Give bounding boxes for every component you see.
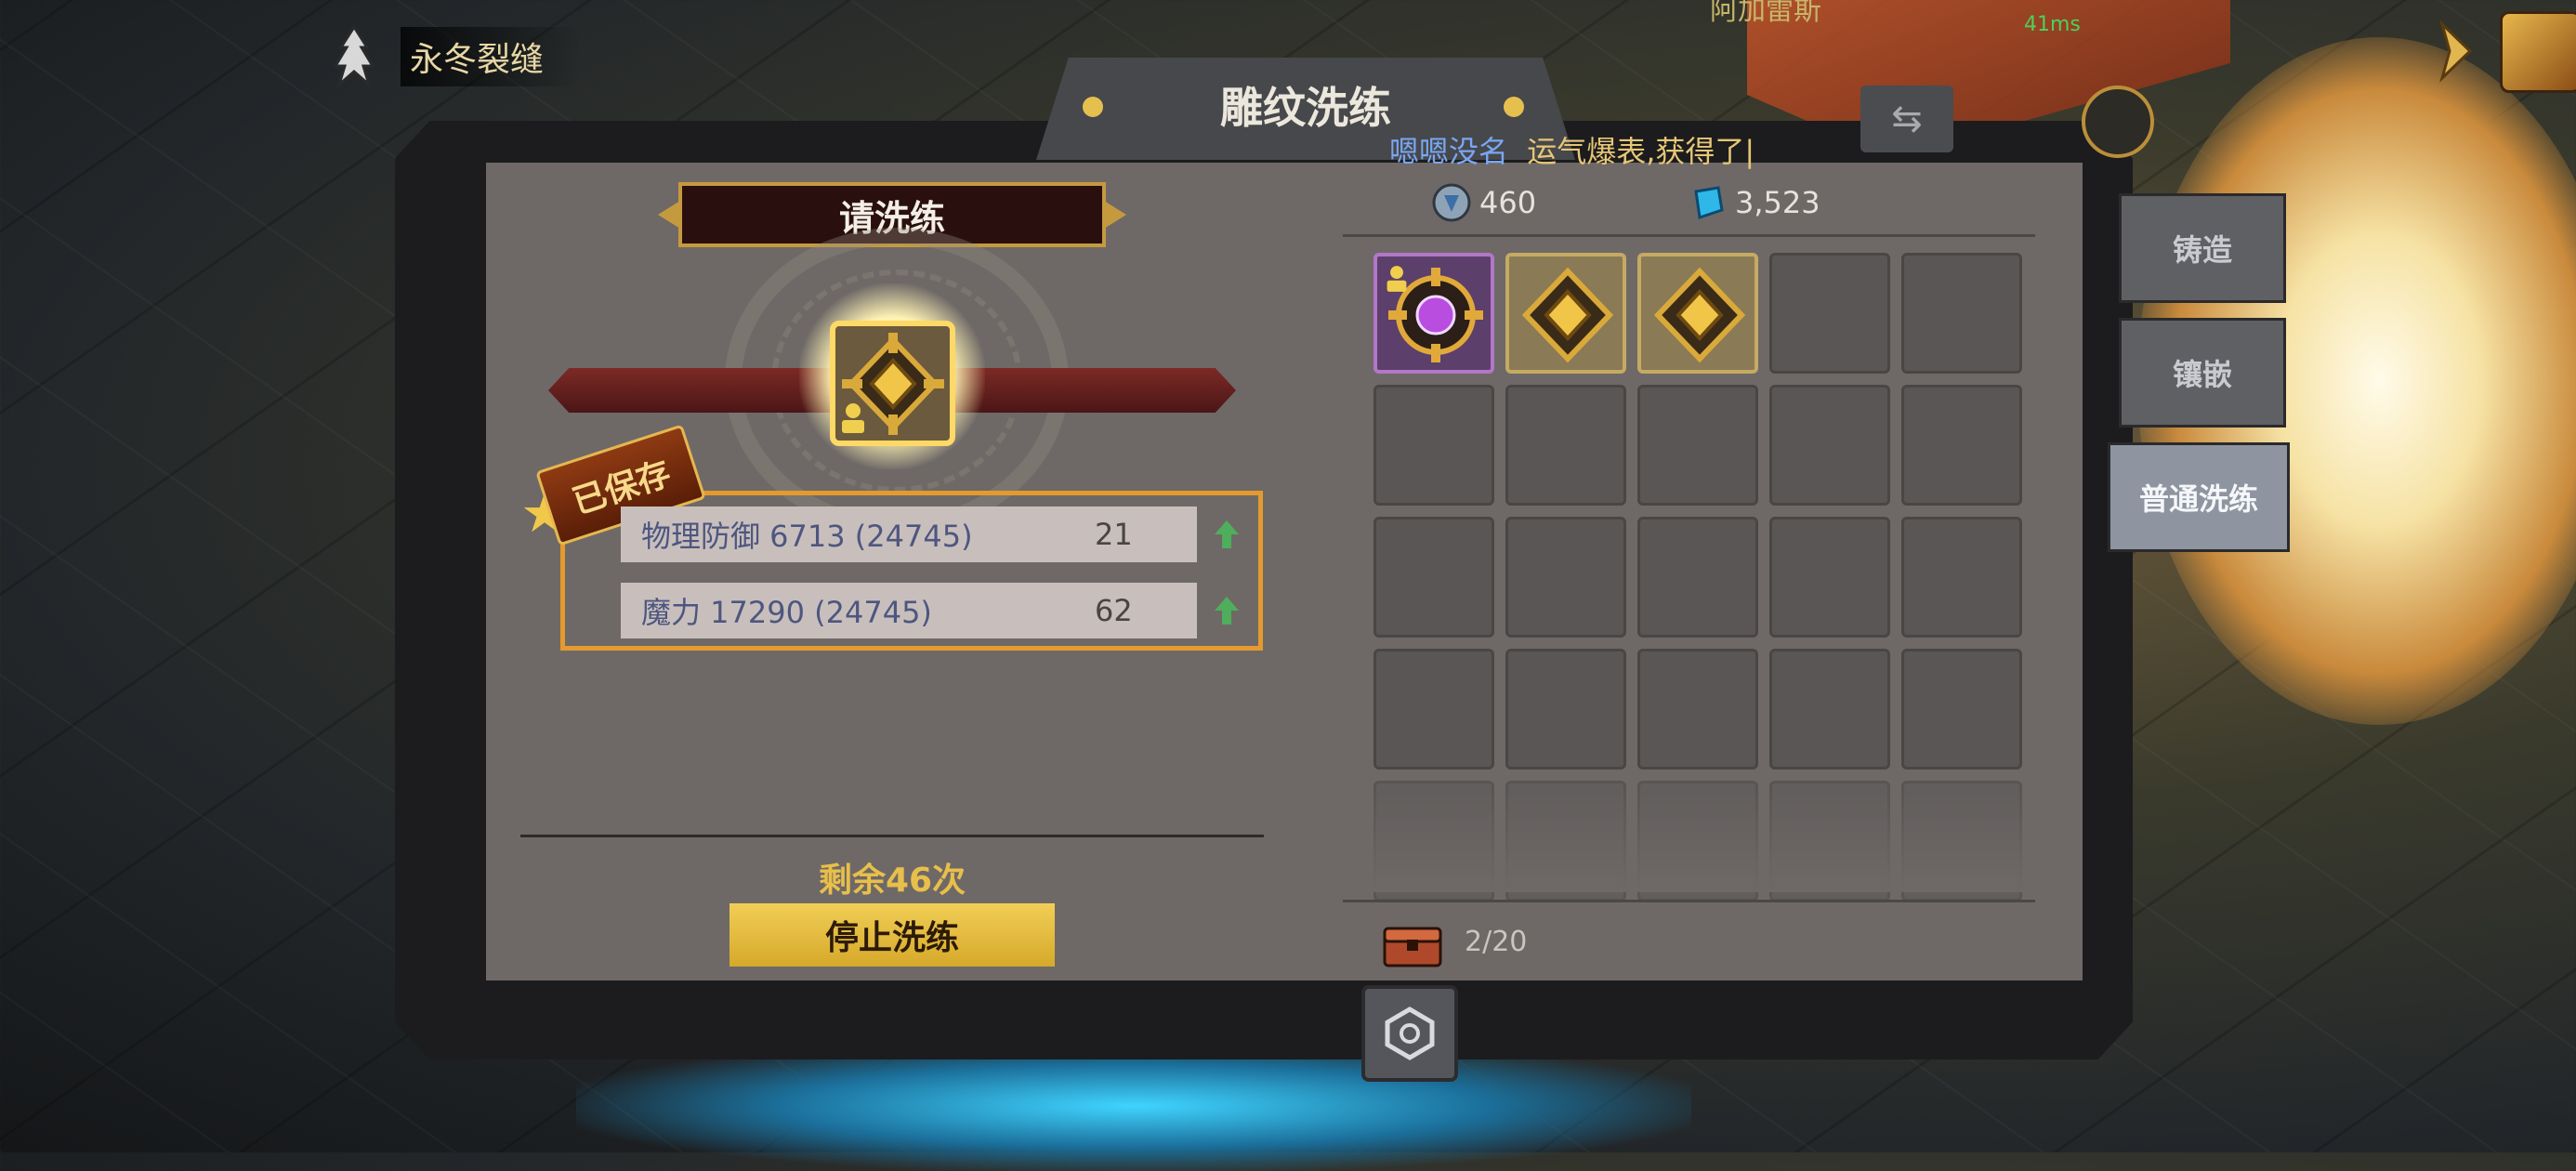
attribute-value: 21 (1095, 517, 1133, 552)
gold-rune-icon (1521, 267, 1614, 363)
chat-sender[interactable]: 嗯嗯没名 (1389, 134, 1508, 169)
hex-emblem-icon[interactable] (1361, 985, 1458, 1082)
hex-rune-icon (1385, 1007, 1435, 1060)
chest-bag-icon (1383, 927, 1442, 967)
inventory-slot-empty[interactable] (1769, 253, 1890, 374)
inventory-slot-empty[interactable] (1769, 517, 1890, 638)
inventory-slot[interactable] (1373, 253, 1494, 374)
attribute-name: 魔力 17290 (24745) (641, 595, 932, 630)
currency-value: 460 (1479, 185, 1537, 220)
window-title: 雕纹洗练 (1220, 83, 1391, 133)
lock-person-icon (842, 403, 864, 433)
inventory-slot-empty[interactable] (1901, 385, 2022, 506)
tab-inlay[interactable]: 镶嵌 (2119, 318, 2286, 428)
background-crystal-glow (576, 1041, 1691, 1171)
inventory-slot-empty[interactable] (1901, 517, 2022, 638)
currency-crystal: 3,523 (1687, 182, 1820, 223)
lock-person-icon (1387, 266, 1407, 292)
location-indicator: 永冬裂缝 (321, 24, 582, 89)
inventory-slot-empty[interactable] (1505, 517, 1626, 638)
inventory-slot-empty[interactable] (1373, 649, 1494, 770)
currency-value: 3,523 (1735, 185, 1820, 220)
inventory-slot-empty[interactable] (1505, 385, 1626, 506)
rune-coin-icon (1432, 183, 1471, 222)
inventory-slot-empty[interactable] (1637, 517, 1758, 638)
gold-rune-icon (1653, 267, 1746, 363)
inventory-slot-empty[interactable] (1637, 649, 1758, 770)
attribute-row: 魔力 17290 (24745) 62 (621, 583, 1197, 638)
remaining-count: 剩余46次 (818, 862, 966, 900)
top-player-name: 阿加雷斯 (1710, 0, 1821, 27)
inventory-slot-empty[interactable] (1769, 649, 1890, 770)
tab-forge[interactable]: 铸造 (2119, 193, 2286, 303)
stop-refine-button[interactable]: 停止洗练 (729, 903, 1055, 967)
swap-icon[interactable]: ⇆ (1860, 86, 1953, 152)
divider (1343, 234, 2035, 237)
location-name: 永冬裂缝 (401, 27, 582, 86)
inventory-slot-empty[interactable] (1505, 649, 1626, 770)
tower-icon (333, 24, 375, 89)
inventory-capacity: 2/20 (1465, 926, 1528, 958)
inventory-slot-empty[interactable] (1769, 385, 1890, 506)
inventory-slot-empty[interactable] (1373, 517, 1494, 638)
blue-crystal-icon (1694, 186, 1724, 219)
rune-badge-icon[interactable] (2082, 86, 2154, 158)
inventory-slot[interactable] (1505, 253, 1626, 374)
chat-ticker: 嗯嗯没名 运气爆表,获得了| (1389, 128, 1755, 171)
grid-fade-overlay (1366, 790, 2035, 892)
attribute-value: 62 (1095, 593, 1133, 628)
treasure-chest-icon[interactable] (2500, 11, 2576, 93)
currency-rune-coin: 460 (1431, 182, 1536, 223)
attribute-row: 物理防御 6713 (24745) 21 (621, 507, 1197, 562)
attribute-name: 物理防御 6713 (24745) (641, 519, 973, 554)
chat-message: 运气爆表,获得了| (1527, 134, 1755, 169)
inventory-slot-empty[interactable] (1373, 385, 1494, 506)
tab-normal-refine[interactable]: 普通洗练 (2108, 442, 2290, 552)
divider (1343, 900, 2035, 902)
inventory-slot-empty[interactable] (1901, 253, 2022, 374)
arrow-up-icon (1215, 520, 1239, 548)
divider (520, 835, 1264, 837)
inventory-slot[interactable] (1637, 253, 1758, 374)
arrow-up-icon (1215, 597, 1239, 625)
selected-rune-slot[interactable] (830, 321, 955, 446)
inventory-slot-empty[interactable] (1901, 649, 2022, 770)
chevron-right-icon[interactable] (2435, 19, 2477, 84)
inventory-slot-empty[interactable] (1637, 385, 1758, 506)
ping-indicator: 41ms (2024, 13, 2081, 36)
